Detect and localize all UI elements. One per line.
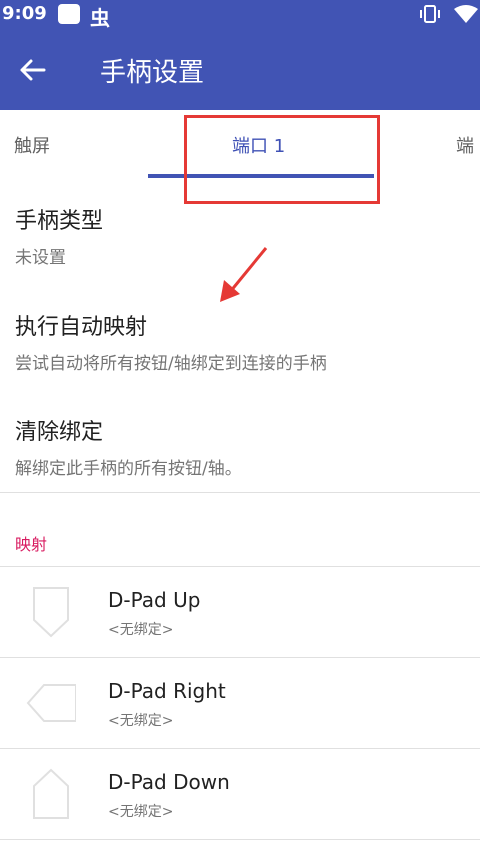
notification-icon: [58, 4, 80, 24]
page-title: 手柄设置: [100, 58, 205, 88]
debug-icon: 虫: [90, 6, 110, 30]
dpad-down-icon: [33, 768, 69, 819]
category-mapping: 映射: [15, 535, 48, 554]
pref-auto-map[interactable]: 执行自动映射 尝试自动将所有按钮/轴绑定到连接的手柄: [15, 309, 327, 374]
wifi-icon: [454, 5, 478, 23]
app-bar: 9:09 虫 手柄设置: [0, 0, 480, 110]
annotation-arrow-icon: [220, 247, 268, 302]
divider: [0, 839, 480, 840]
divider: [0, 492, 480, 493]
mapping-binding: <无绑定>: [108, 713, 174, 729]
dpad-right-icon: [26, 684, 76, 722]
pref-summary: 尝试自动将所有按钮/轴绑定到连接的手柄: [15, 354, 327, 374]
pref-clear-bindings[interactable]: 清除绑定 解绑定此手柄的所有按钮/轴。: [15, 414, 242, 479]
mapping-title: D-Pad Right: [108, 679, 226, 703]
status-time: 9:09: [2, 3, 47, 24]
status-bar: 9:09 虫: [0, 0, 480, 30]
pref-title: 手柄类型: [15, 209, 104, 234]
mapping-item-dpad-up[interactable]: D-Pad Up <无绑定>: [0, 566, 480, 656]
back-button[interactable]: [14, 54, 50, 86]
tab-touchscreen[interactable]: 触屏: [14, 132, 50, 158]
pref-controller-type[interactable]: 手柄类型 未设置: [15, 203, 103, 268]
pref-title: 清除绑定: [15, 420, 104, 445]
annotation-highlight-box: [184, 115, 380, 204]
mapping-item-dpad-down[interactable]: D-Pad Down <无绑定>: [0, 748, 480, 838]
pref-summary: 解绑定此手柄的所有按钮/轴。: [15, 459, 242, 479]
tab-port-2[interactable]: 端: [456, 132, 474, 158]
pref-summary: 未设置: [15, 248, 66, 268]
arrow-left-icon: [20, 59, 46, 81]
mapping-title: D-Pad Down: [108, 770, 230, 794]
mapping-title: D-Pad Up: [108, 588, 201, 612]
mapping-binding: <无绑定>: [108, 804, 174, 820]
mapping-item-dpad-right[interactable]: D-Pad Right <无绑定>: [0, 657, 480, 747]
mapping-binding: <无绑定>: [108, 622, 174, 638]
pref-title: 执行自动映射: [15, 315, 148, 340]
vibrate-icon: [420, 5, 440, 23]
dpad-up-icon: [33, 587, 69, 638]
